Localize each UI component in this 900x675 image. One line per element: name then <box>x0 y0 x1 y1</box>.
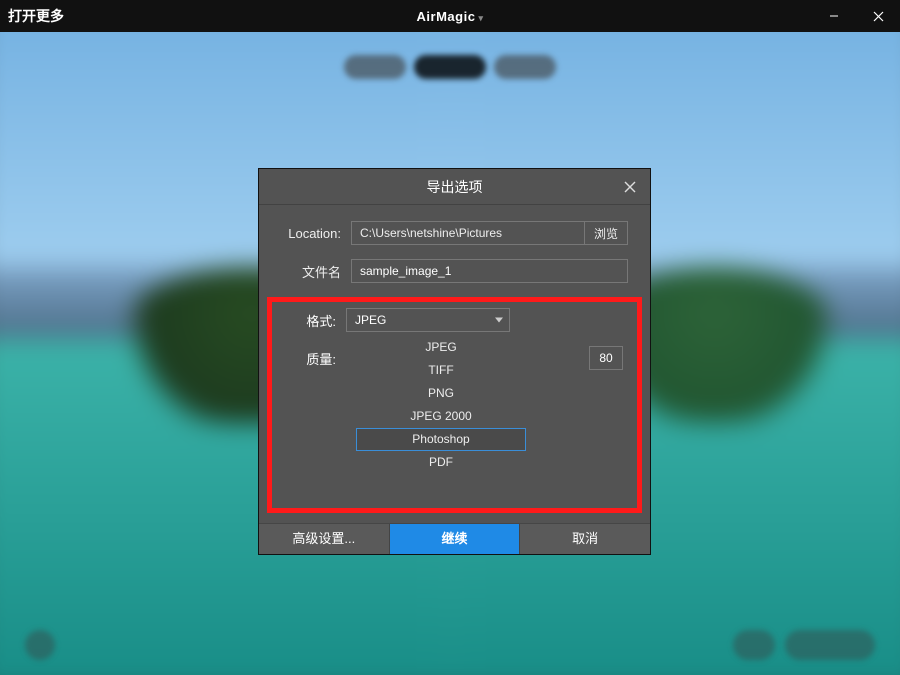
format-option-jpeg2000[interactable]: JPEG 2000 <box>356 405 526 428</box>
continue-button[interactable]: 继续 <box>390 524 520 554</box>
location-label: Location: <box>281 226 351 241</box>
location-row: Location: C:\Users\netshine\Pictures 浏览 <box>281 221 628 245</box>
filename-label: 文件名 <box>281 262 351 281</box>
top-toolbar <box>0 55 900 79</box>
format-highlight-box: 格式: JPEG 质量: 80 JPEG TIFF PNG JPEG 2000 … <box>267 297 642 513</box>
format-select[interactable]: JPEG <box>346 308 510 332</box>
dialog-title-text: 导出选项 <box>427 179 483 195</box>
dialog-footer: 高级设置... 继续 取消 <box>259 523 650 554</box>
minimize-button[interactable] <box>812 0 856 32</box>
format-option-pdf[interactable]: PDF <box>356 451 526 474</box>
dialog-close-button[interactable] <box>620 177 640 197</box>
open-more-button[interactable]: 打开更多 <box>8 0 64 32</box>
quality-label: 质量: <box>286 349 346 368</box>
filename-input[interactable] <box>351 259 628 283</box>
format-dropdown: JPEG TIFF PNG JPEG 2000 Photoshop PDF <box>356 336 526 474</box>
filename-row: 文件名 <box>281 259 628 283</box>
format-option-photoshop[interactable]: Photoshop <box>356 428 526 451</box>
close-button[interactable] <box>856 0 900 32</box>
toolbar-ghost <box>344 55 406 79</box>
format-option-jpeg[interactable]: JPEG <box>356 336 526 359</box>
toolbar-ghost <box>494 55 556 79</box>
location-path[interactable]: C:\Users\netshine\Pictures <box>351 221 585 245</box>
format-label: 格式: <box>286 311 346 330</box>
dialog-title: 导出选项 <box>259 169 650 205</box>
format-selected-value: JPEG <box>355 313 386 327</box>
bottom-ghost <box>25 630 55 660</box>
export-dialog: 导出选项 Location: C:\Users\netshine\Picture… <box>258 168 651 555</box>
browse-button[interactable]: 浏览 <box>584 221 628 245</box>
bottom-toolbar <box>0 630 900 660</box>
toolbar-ghost <box>414 55 486 79</box>
format-option-tiff[interactable]: TIFF <box>356 359 526 382</box>
bottom-ghost <box>733 630 775 660</box>
advanced-settings-button[interactable]: 高级设置... <box>259 524 390 554</box>
format-option-png[interactable]: PNG <box>356 382 526 405</box>
app-title[interactable]: AirMagic <box>417 9 484 24</box>
quality-value[interactable]: 80 <box>589 346 623 370</box>
chevron-down-icon <box>495 318 503 323</box>
window-titlebar: 打开更多 AirMagic <box>0 0 900 32</box>
cancel-button[interactable]: 取消 <box>519 524 650 554</box>
bottom-ghost <box>785 630 875 660</box>
